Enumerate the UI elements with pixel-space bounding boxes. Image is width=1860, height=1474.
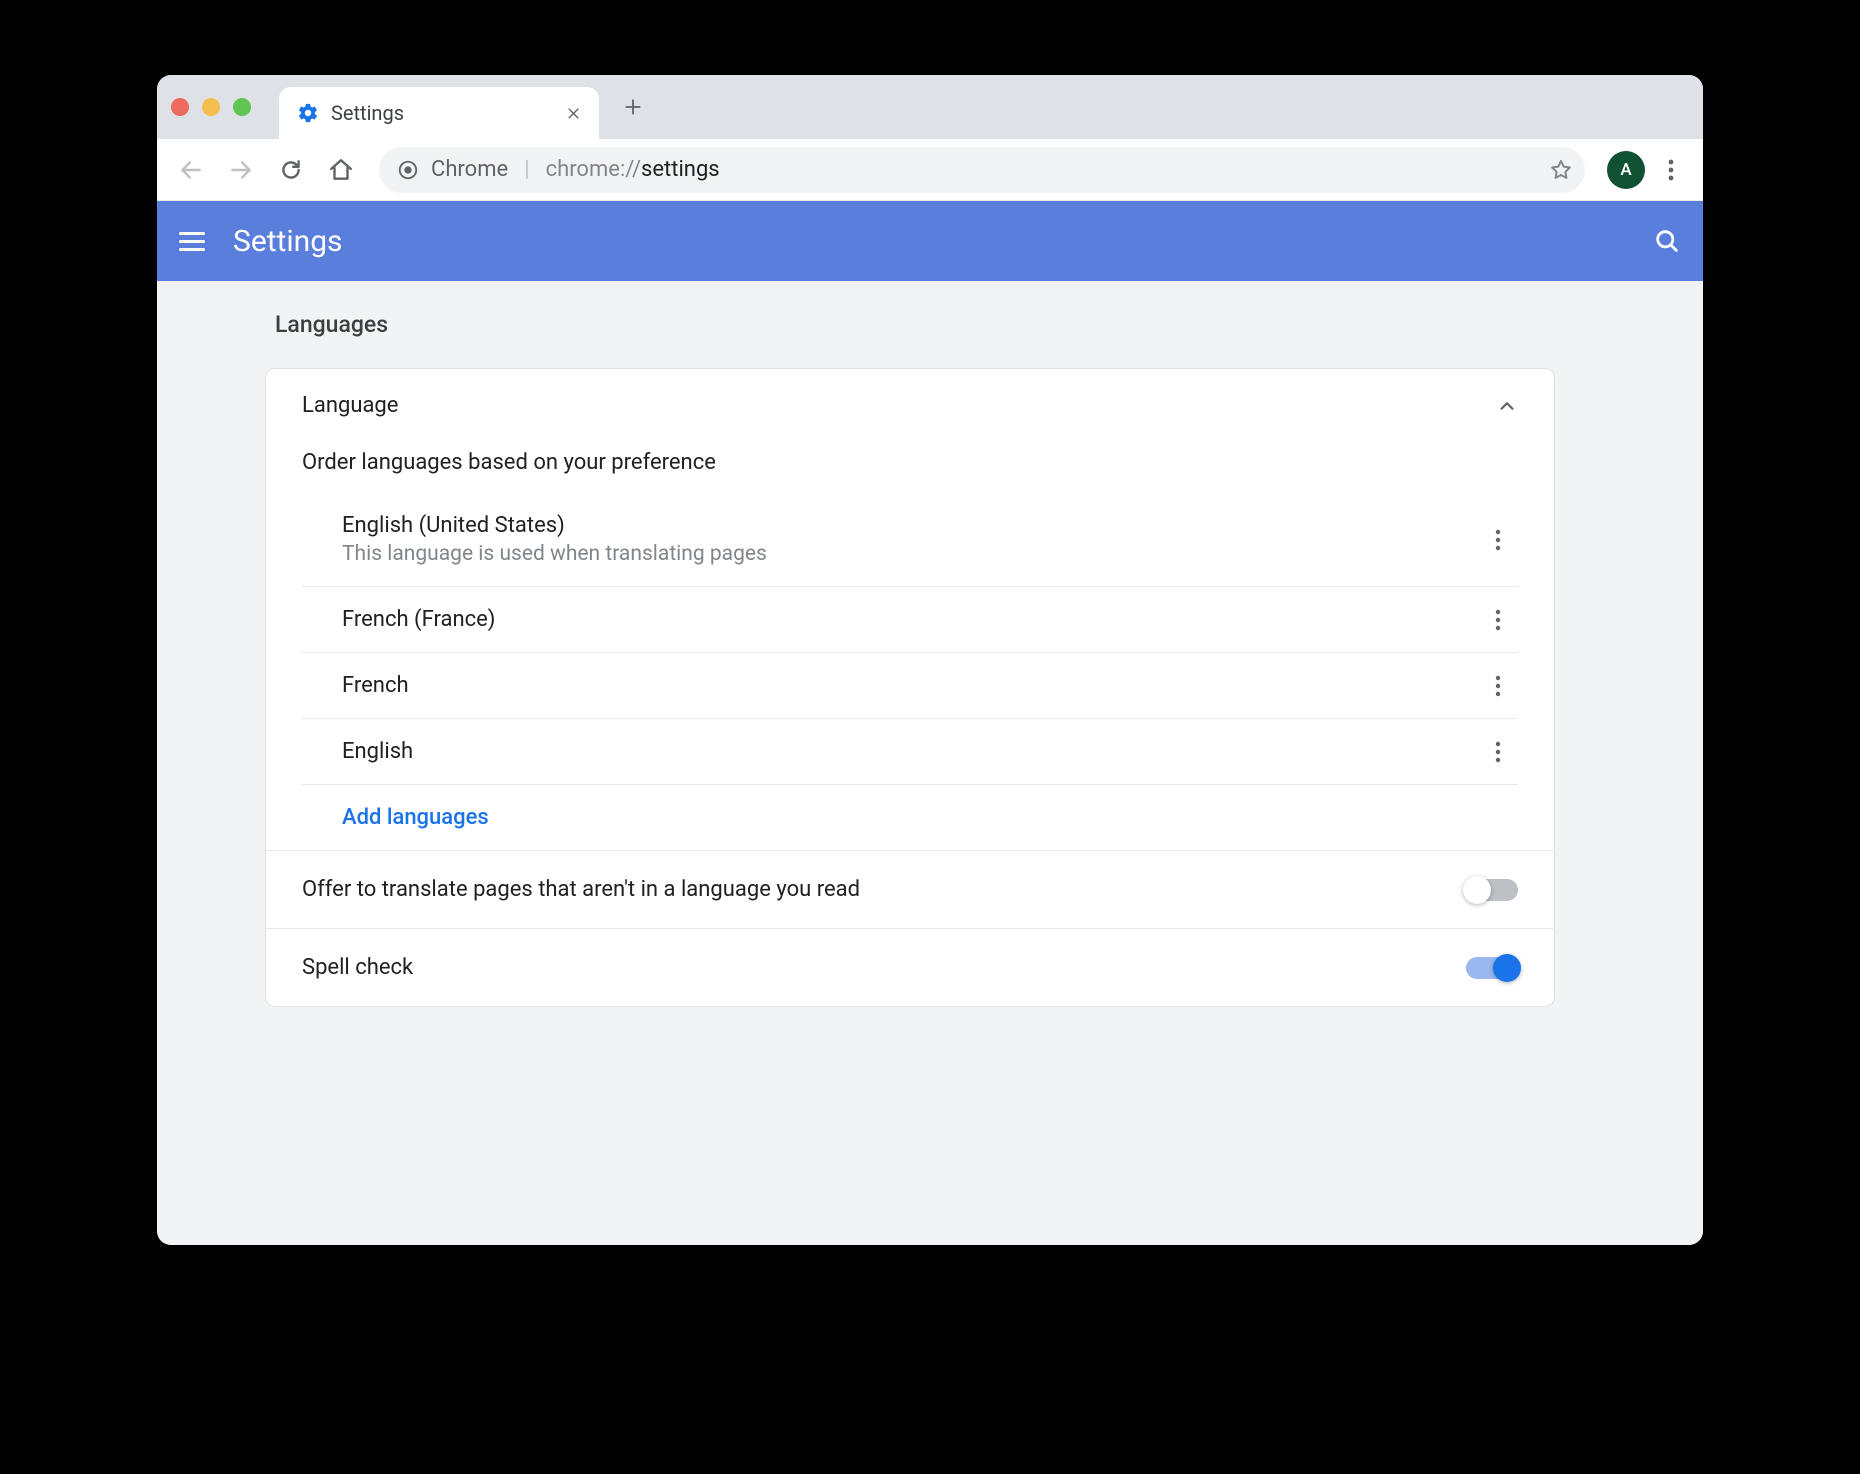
- settings-title: Settings: [233, 224, 1631, 259]
- back-button[interactable]: [169, 148, 213, 192]
- translate-toggle[interactable]: [1466, 879, 1518, 901]
- search-icon[interactable]: [1653, 227, 1681, 255]
- omnibox-origin: Chrome: [431, 157, 508, 182]
- tab-strip: Settings: [157, 75, 1703, 139]
- language-row-menu-button[interactable]: [1478, 675, 1518, 697]
- profile-initial: A: [1620, 160, 1631, 180]
- add-languages-row: Add languages: [302, 785, 1518, 850]
- home-button[interactable]: [319, 148, 363, 192]
- language-name: French (France): [342, 607, 1478, 632]
- language-desc: This language is used when translating p…: [342, 542, 1478, 566]
- address-bar[interactable]: Chrome | chrome://settings: [379, 147, 1585, 193]
- toolbar: Chrome | chrome://settings A: [157, 139, 1703, 201]
- site-info-icon[interactable]: [397, 159, 419, 181]
- language-row-menu-button[interactable]: [1478, 609, 1518, 631]
- close-tab-button[interactable]: [561, 101, 585, 125]
- language-name: French: [342, 673, 1478, 698]
- translate-label: Offer to translate pages that aren't in …: [302, 877, 860, 902]
- settings-content: Languages Language Order languages based…: [157, 281, 1703, 1245]
- omnibox-url-prefix: chrome://: [546, 157, 641, 182]
- language-row: French: [302, 653, 1518, 719]
- language-row-menu-button[interactable]: [1478, 741, 1518, 763]
- language-row: English: [302, 719, 1518, 785]
- translate-setting-row: Offer to translate pages that aren't in …: [266, 850, 1554, 928]
- language-card-subtitle: Order languages based on your preference: [266, 442, 1554, 493]
- bookmark-star-icon[interactable]: [1549, 158, 1573, 182]
- gear-icon: [297, 102, 319, 124]
- browser-menu-button[interactable]: [1651, 150, 1691, 190]
- add-languages-button[interactable]: Add languages: [342, 805, 489, 830]
- profile-avatar[interactable]: A: [1607, 151, 1645, 189]
- minimize-window-button[interactable]: [202, 98, 220, 116]
- new-tab-button[interactable]: [613, 87, 653, 127]
- spellcheck-toggle[interactable]: [1466, 957, 1518, 979]
- settings-header: Settings: [157, 201, 1703, 281]
- menu-icon[interactable]: [179, 225, 211, 257]
- reload-button[interactable]: [269, 148, 313, 192]
- chevron-up-icon: [1496, 395, 1518, 417]
- language-row: French (France): [302, 587, 1518, 653]
- language-name: English: [342, 739, 1478, 764]
- forward-button[interactable]: [219, 148, 263, 192]
- omnibox-url-path: settings: [641, 157, 720, 182]
- tab-title: Settings: [331, 101, 549, 125]
- language-card-title: Language: [302, 393, 398, 418]
- spellcheck-label: Spell check: [302, 955, 413, 980]
- close-window-button[interactable]: [171, 98, 189, 116]
- tab-settings[interactable]: Settings: [279, 87, 599, 139]
- spellcheck-setting-row: Spell check: [266, 928, 1554, 1006]
- language-row: English (United States) This language is …: [302, 493, 1518, 587]
- language-card: Language Order languages based on your p…: [265, 368, 1555, 1007]
- browser-window: Settings Chrome | chro: [157, 75, 1703, 1245]
- omnibox-divider: |: [524, 157, 529, 182]
- section-title-languages: Languages: [265, 311, 1555, 338]
- language-expand-row[interactable]: Language: [266, 369, 1554, 442]
- language-list: English (United States) This language is …: [266, 493, 1554, 850]
- fullscreen-window-button[interactable]: [233, 98, 251, 116]
- window-controls: [171, 98, 251, 116]
- language-row-menu-button[interactable]: [1478, 529, 1518, 551]
- language-name: English (United States): [342, 513, 1478, 538]
